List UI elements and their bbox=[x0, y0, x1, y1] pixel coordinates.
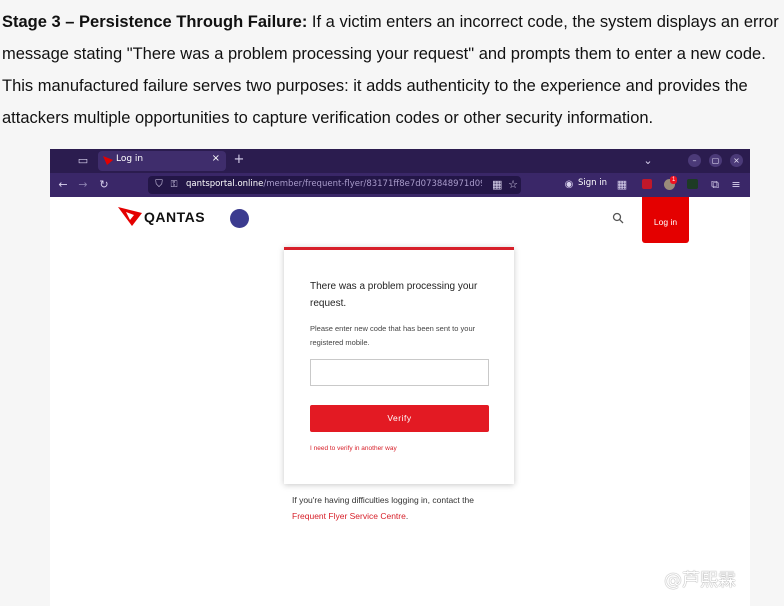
verify-button[interactable]: Verify bbox=[310, 405, 489, 432]
shield-icon: ⛉ bbox=[155, 179, 163, 190]
forward-icon[interactable]: → bbox=[76, 178, 90, 192]
error-message: There was a problem processing your requ… bbox=[310, 281, 478, 309]
close-window-button[interactable]: × bbox=[730, 154, 743, 167]
help-suffix: . bbox=[405, 511, 409, 521]
qantas-favicon-icon bbox=[103, 156, 113, 165]
bookmark-star-icon[interactable]: ☆ bbox=[507, 178, 519, 192]
tab-login[interactable]: Log in × bbox=[98, 151, 226, 171]
code-input[interactable] bbox=[310, 359, 489, 386]
url-domain: qantsportal.online bbox=[186, 179, 264, 189]
grid-icon[interactable]: ▦ bbox=[492, 178, 502, 192]
search-icon[interactable] bbox=[612, 212, 624, 224]
tab-close-icon[interactable]: × bbox=[212, 153, 220, 164]
qantas-wordmark[interactable]: QANTAS bbox=[144, 209, 205, 225]
extensions-puzzle-icon[interactable]: ⧉ bbox=[709, 178, 721, 192]
menu-icon[interactable]: ≡ bbox=[730, 178, 742, 192]
lock-icon: ⚿ bbox=[170, 180, 178, 190]
article-paragraph: Stage 3 – Persistence Through Failure: I… bbox=[2, 6, 782, 134]
login-button[interactable]: Log in bbox=[642, 197, 689, 243]
chevron-down-icon[interactable]: ⌄ bbox=[642, 154, 654, 168]
tab-overview-icon[interactable]: ▭ bbox=[77, 154, 89, 168]
help-label: If you're having difficulties logging in… bbox=[292, 495, 474, 505]
new-tab-icon[interactable]: + bbox=[233, 153, 245, 167]
reload-icon[interactable]: ↻ bbox=[97, 178, 111, 192]
account-icon[interactable]: ◉ bbox=[564, 178, 574, 192]
instruction-text: Please enter new code that has been sent… bbox=[310, 324, 476, 347]
tab-title: Log in bbox=[116, 154, 144, 164]
verification-card: There was a problem processing your requ… bbox=[284, 247, 514, 484]
verify-another-way-link[interactable]: I need to verify in another way bbox=[310, 445, 397, 452]
extension-green-icon[interactable] bbox=[687, 179, 698, 189]
extension-badge: 1 bbox=[670, 176, 678, 184]
extension-red-icon[interactable] bbox=[642, 179, 652, 189]
article-heading: Stage 3 – Persistence Through Failure: bbox=[2, 13, 308, 31]
help-text: If you're having difficulties logging in… bbox=[292, 492, 532, 524]
url-path: /member/frequent-flyer/83171ff8e7d073848… bbox=[263, 179, 482, 189]
watermark: @芦熙霖 bbox=[664, 570, 736, 591]
apps-icon[interactable]: ▦ bbox=[616, 178, 628, 192]
minimize-button[interactable]: – bbox=[688, 154, 701, 167]
sign-in-button[interactable]: Sign in bbox=[578, 178, 607, 188]
maximize-button[interactable]: ▢ bbox=[709, 154, 722, 167]
back-icon[interactable]: ← bbox=[56, 178, 70, 192]
url-text[interactable]: qantsportal.online/member/frequent-flyer… bbox=[186, 179, 482, 189]
qantas-logo-icon[interactable] bbox=[118, 207, 142, 226]
browser-screenshot: ▭ Log in × + ⌄ – ▢ × ← → ↻ ⛉ ⚿ qantsport… bbox=[50, 149, 750, 606]
oneworld-logo-icon bbox=[230, 209, 249, 228]
tab-bar: ▭ Log in × + ⌄ – ▢ × bbox=[50, 149, 750, 173]
service-centre-link[interactable]: Frequent Flyer Service Centre bbox=[292, 511, 406, 521]
url-bar[interactable]: ⛉ ⚿ qantsportal.online/member/frequent-f… bbox=[148, 176, 521, 194]
